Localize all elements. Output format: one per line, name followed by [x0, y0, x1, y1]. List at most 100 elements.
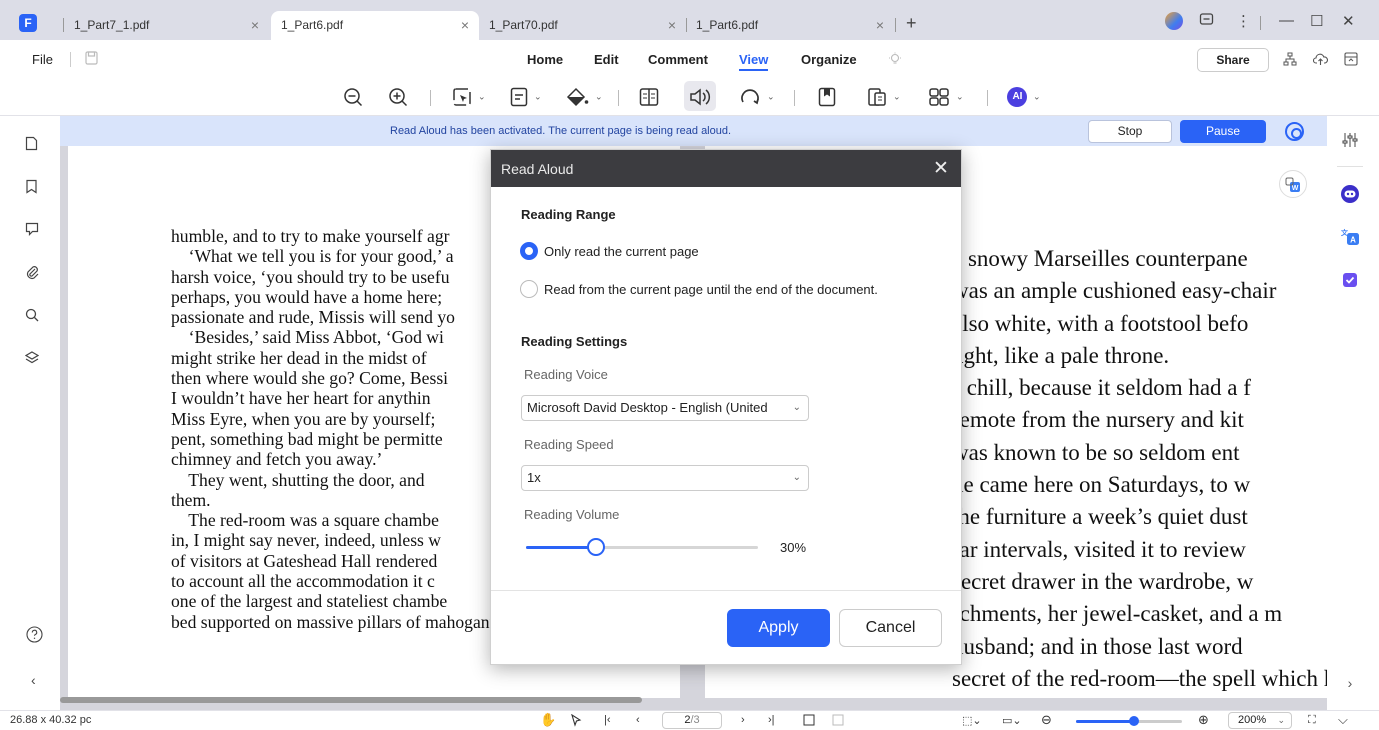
- tab-1-part6-active[interactable]: 1_Part6.pdf ×: [271, 11, 479, 40]
- page-thumbnail-icon[interactable]: [25, 136, 38, 155]
- bookmark-page-icon[interactable]: [814, 81, 840, 111]
- stop-reading-button[interactable]: Stop: [1088, 120, 1172, 143]
- app-logo-icon[interactable]: F: [19, 14, 37, 32]
- menu-edit[interactable]: Edit: [594, 52, 619, 67]
- comment-icon[interactable]: [25, 222, 39, 241]
- hand-tool-icon[interactable]: ✋: [540, 712, 556, 728]
- user-avatar[interactable]: [1165, 12, 1183, 30]
- fit-page-icon[interactable]: [803, 714, 815, 729]
- feedback-icon[interactable]: [1199, 12, 1214, 31]
- text-line: secret of the red-room—the spell which k…: [952, 665, 1327, 691]
- menu-view[interactable]: View: [739, 52, 769, 71]
- page-mode-icon[interactable]: ▭⌄: [1002, 714, 1022, 727]
- tab-close-icon[interactable]: ×: [461, 11, 469, 40]
- svg-text:W: W: [1292, 185, 1299, 192]
- tab-label: 1_Part6.pdf: [696, 18, 759, 32]
- menu-comment[interactable]: Comment: [648, 52, 708, 67]
- translate-icon[interactable]: A文: [1339, 227, 1361, 249]
- status-zoom-out-icon[interactable]: ⊖: [1041, 712, 1052, 728]
- fit-width-icon[interactable]: [832, 714, 844, 729]
- cancel-button[interactable]: Cancel: [839, 609, 942, 647]
- two-page-view-icon[interactable]: [636, 81, 662, 111]
- cloud-upload-icon[interactable]: [1312, 52, 1328, 69]
- attachment-icon[interactable]: [25, 265, 39, 284]
- zoom-level-select[interactable]: 200% ⌄: [1228, 712, 1292, 729]
- page-display-icon[interactable]: ⌄: [507, 81, 545, 111]
- page-layout-icon[interactable]: ⌄: [865, 81, 903, 111]
- selection-mode-icon[interactable]: ⬚⌄: [962, 714, 982, 727]
- bookmark-icon[interactable]: [25, 179, 38, 198]
- radio-to-end[interactable]: [520, 280, 538, 298]
- zoom-slider-fill: [1076, 720, 1134, 723]
- tab-label: 1_Part6.pdf: [281, 18, 344, 32]
- maximize-icon[interactable]: ☐: [1310, 12, 1323, 30]
- text-line: also white, with a footstool befo: [952, 310, 1249, 336]
- reading-speed-select[interactable]: 1x ⌄: [521, 465, 809, 491]
- page-number-input[interactable]: 2/3: [662, 712, 722, 729]
- zoom-slider[interactable]: [1076, 716, 1182, 726]
- reading-voice-select[interactable]: Microsoft David Desktop - English (Unite…: [521, 395, 809, 421]
- search-icon[interactable]: [25, 308, 39, 327]
- last-page-icon[interactable]: ›|: [768, 714, 775, 726]
- tab-1-part70[interactable]: 1_Part70.pdf ×: [479, 11, 686, 40]
- zoom-out-icon[interactable]: [341, 81, 365, 111]
- tab-close-icon[interactable]: ×: [251, 11, 259, 40]
- fullscreen-icon[interactable]: ⛶: [1308, 714, 1316, 727]
- select-cursor-icon[interactable]: [570, 713, 582, 730]
- menu-organize[interactable]: Organize: [801, 52, 857, 67]
- tab-1-part7-1[interactable]: 1_Part7_1.pdf ×: [64, 11, 269, 40]
- new-tab-button[interactable]: +: [906, 13, 917, 34]
- hierarchy-icon[interactable]: [1283, 52, 1297, 69]
- radio-current-page[interactable]: [520, 242, 538, 260]
- page-translate-icon[interactable]: W: [1279, 170, 1307, 198]
- read-aloud-settings-icon[interactable]: [1285, 122, 1304, 141]
- background-fill-icon[interactable]: ⌄: [562, 81, 606, 111]
- horizontal-scrollbar[interactable]: [60, 697, 642, 703]
- reading-range-title: Reading Range: [521, 207, 616, 222]
- reading-volume-slider[interactable]: [526, 538, 758, 556]
- reading-volume-value: 30%: [780, 540, 807, 555]
- rotate-icon[interactable]: ⌄: [738, 81, 776, 111]
- menu-bar: File Home Edit Comment View Organize Sha…: [0, 40, 1379, 78]
- pause-reading-button[interactable]: Pause: [1180, 120, 1266, 143]
- apply-button[interactable]: Apply: [727, 609, 830, 647]
- tab-close-icon[interactable]: ×: [876, 11, 884, 40]
- properties-sliders-icon[interactable]: [1339, 132, 1361, 154]
- task-check-icon[interactable]: [1339, 270, 1361, 292]
- reading-speed-value: 1x: [527, 470, 541, 485]
- dialog-close-icon[interactable]: ✕: [933, 157, 949, 180]
- collapse-left-panel-icon[interactable]: ‹: [31, 672, 36, 688]
- tab-label: 1_Part7_1.pdf: [74, 18, 150, 32]
- file-menu[interactable]: File: [32, 52, 53, 67]
- tab-close-icon[interactable]: ×: [668, 11, 676, 40]
- minimize-icon[interactable]: —: [1279, 12, 1294, 29]
- read-aloud-icon[interactable]: [684, 81, 716, 111]
- volume-slider-knob[interactable]: [587, 538, 605, 556]
- lightbulb-icon[interactable]: [888, 52, 902, 69]
- layers-icon[interactable]: [24, 351, 40, 369]
- previous-page-icon[interactable]: ‹: [636, 714, 640, 726]
- collapse-right-panel-icon[interactable]: ›: [1339, 672, 1361, 694]
- menu-home[interactable]: Home: [527, 52, 563, 67]
- zoom-slider-knob[interactable]: [1129, 716, 1139, 726]
- zoom-in-icon[interactable]: [386, 81, 410, 111]
- first-page-icon[interactable]: |‹: [604, 714, 611, 726]
- tab-label: 1_Part70.pdf: [489, 18, 558, 32]
- tab-1-part6[interactable]: 1_Part6.pdf ×: [686, 11, 894, 40]
- save-icon[interactable]: [85, 51, 98, 68]
- grid-view-icon[interactable]: ⌄: [925, 81, 967, 111]
- collapse-ribbon-icon[interactable]: [1344, 52, 1358, 69]
- next-page-icon[interactable]: ›: [741, 714, 745, 726]
- more-menu-icon[interactable]: ⋮: [1236, 12, 1251, 30]
- help-icon[interactable]: [26, 626, 43, 647]
- status-zoom-in-icon[interactable]: ⊕: [1198, 712, 1209, 728]
- text-line: was an ample cushioned easy-chair: [952, 278, 1277, 304]
- ai-assistant-button[interactable]: AI ⌄: [1004, 81, 1044, 111]
- status-menu-icon[interactable]: ⌵: [1338, 712, 1348, 728]
- close-window-icon[interactable]: ✕: [1342, 12, 1355, 30]
- select-tool-icon[interactable]: ⌄: [449, 81, 489, 111]
- ai-chatbot-icon[interactable]: [1339, 184, 1361, 206]
- share-button[interactable]: Share: [1197, 48, 1269, 72]
- chevron-down-icon: ⌄: [792, 402, 801, 413]
- dropdown-chevron-icon: ⌄: [1033, 91, 1041, 102]
